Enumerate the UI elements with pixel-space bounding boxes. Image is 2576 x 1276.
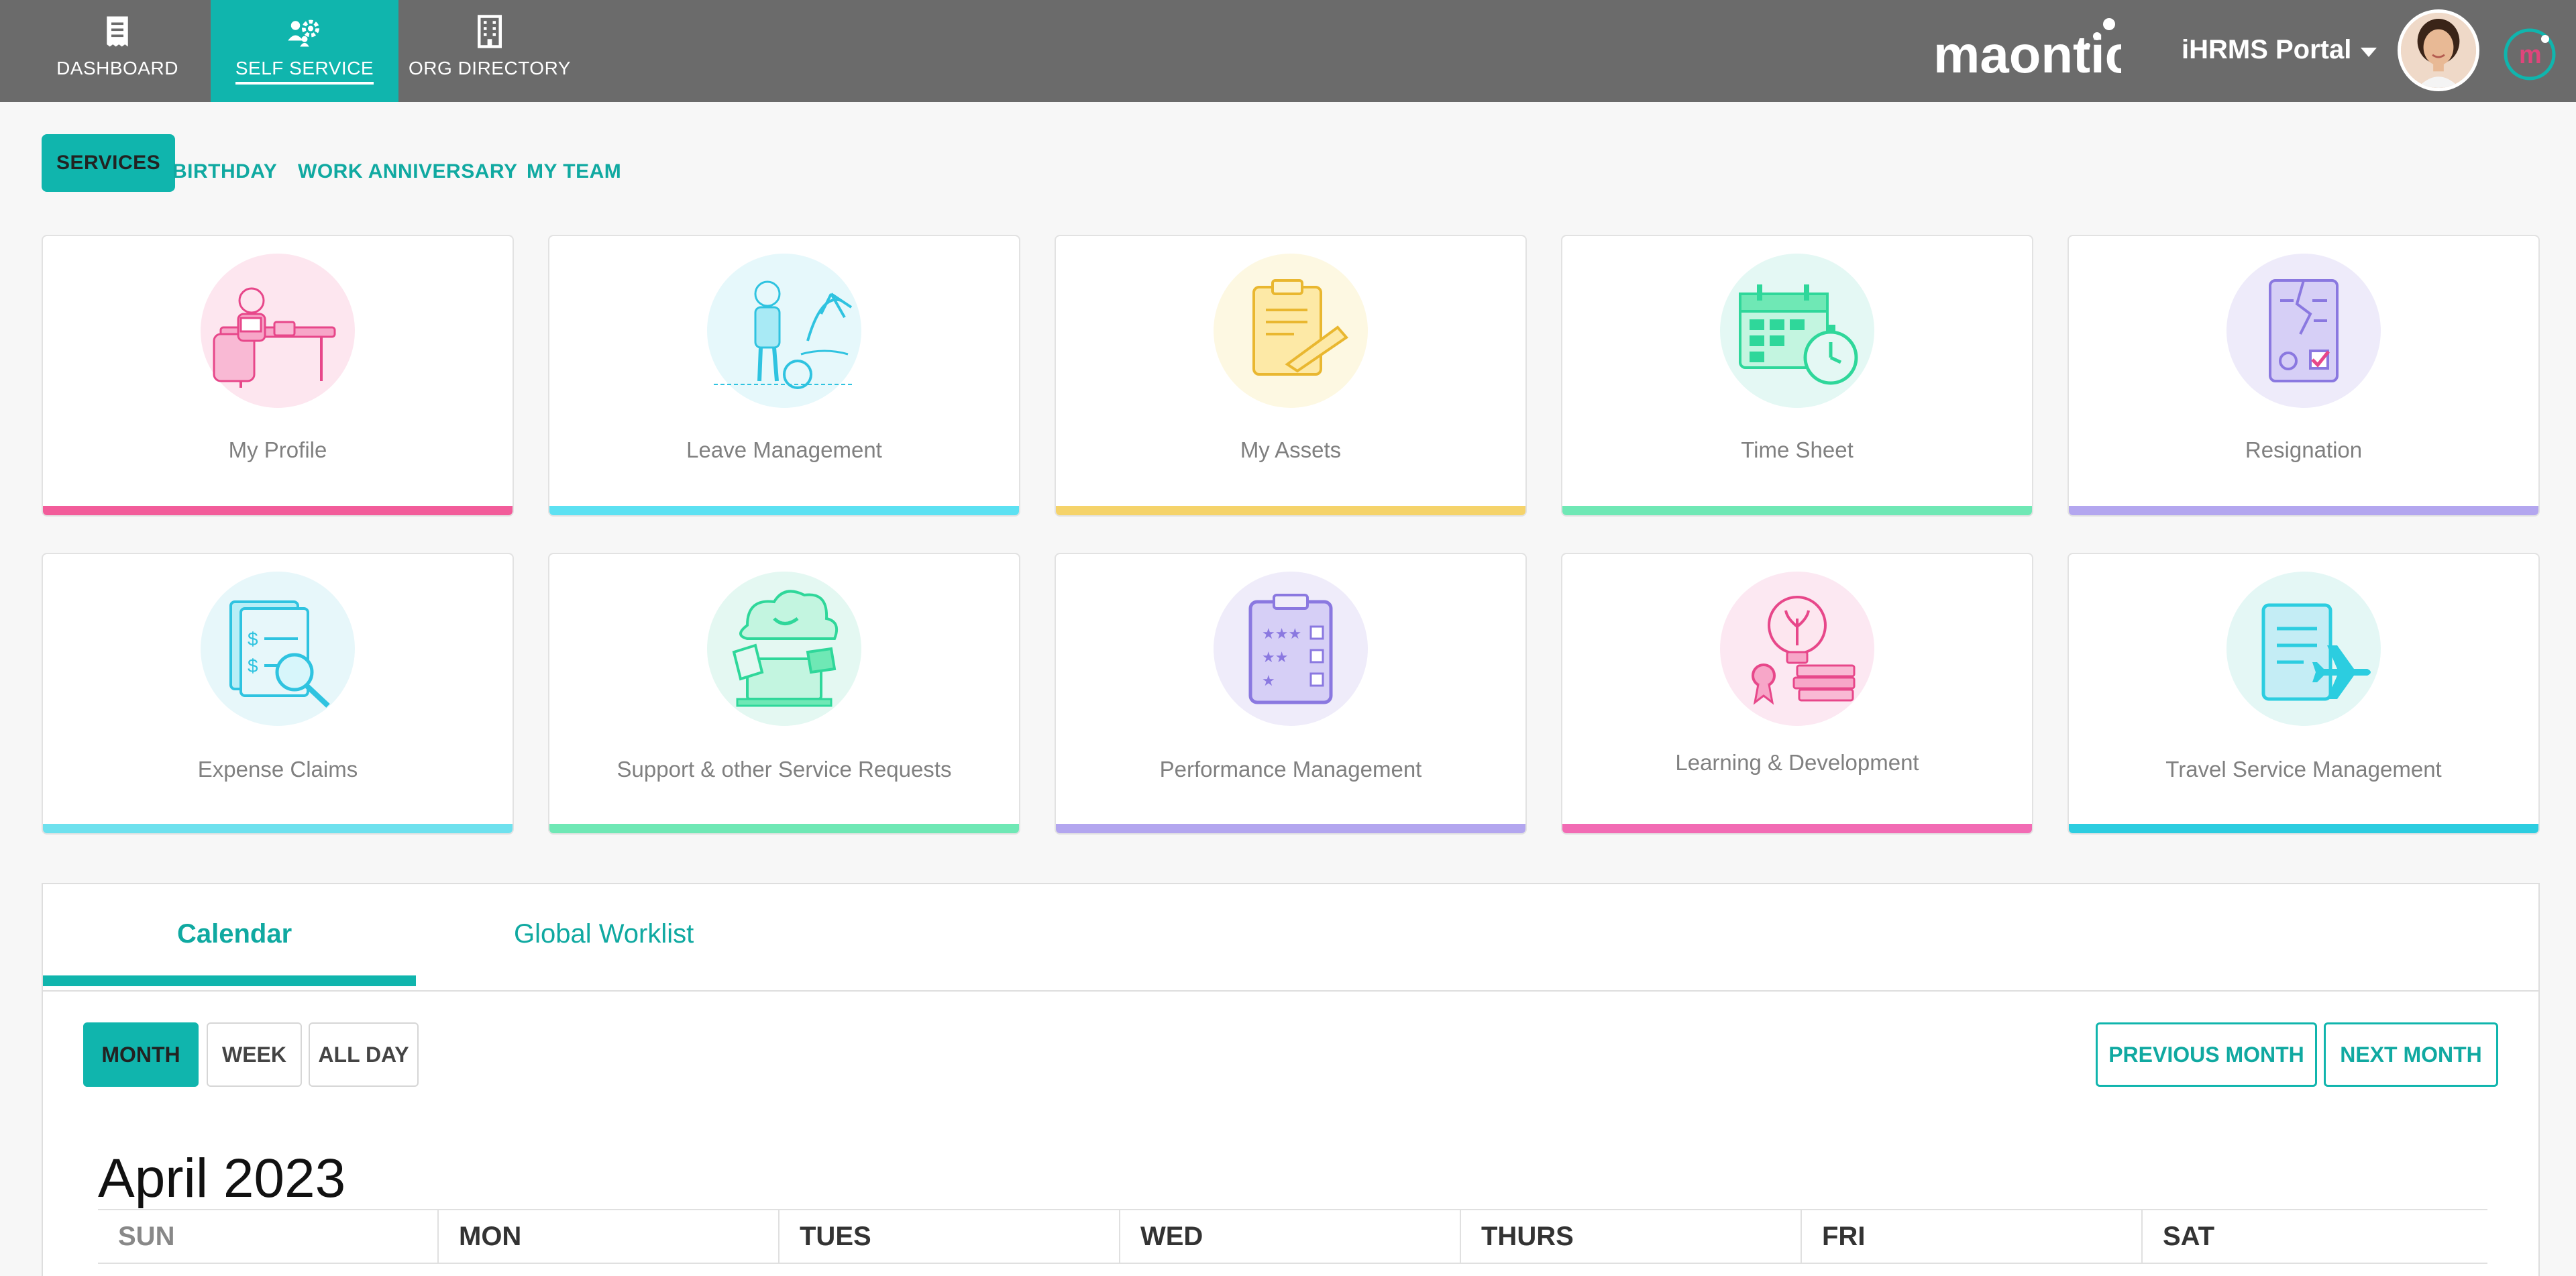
previous-month-button[interactable]: PREVIOUS MONTH (2096, 1022, 2317, 1087)
weekday-header-fri: FRI (1802, 1210, 2143, 1264)
weekday-header-mon: MON (439, 1210, 780, 1264)
card-my-assets[interactable]: My Assets (1055, 235, 1527, 517)
card-title: My Assets (1240, 437, 1342, 462)
card-resignation[interactable]: Resignation (2068, 235, 2540, 517)
card-accent-bar (2069, 824, 2538, 833)
building-icon (478, 15, 502, 48)
card-accent-bar (1056, 506, 1525, 515)
portal-switcher[interactable]: iHRMS Portal (2182, 35, 2377, 65)
card-learning-development[interactable]: Learning & Development (1561, 553, 2033, 835)
calendar-stopwatch-icon (1739, 284, 1858, 385)
card-title: Performance Management (1159, 757, 1422, 782)
week-view-button[interactable]: WEEK (207, 1022, 302, 1087)
card-accent-bar (2069, 506, 2538, 515)
next-month-button[interactable]: NEXT MONTH (2324, 1022, 2498, 1087)
card-accent-bar (1562, 824, 2032, 833)
person-at-desk-icon (213, 287, 336, 388)
card-title: Travel Service Management (2165, 757, 2442, 782)
card-title: Leave Management (686, 437, 882, 462)
svg-text:★★★: ★★★ (1262, 626, 1301, 643)
weekday-header-sat: SAT (2143, 1210, 2487, 1264)
month-view-button[interactable]: MONTH (83, 1022, 199, 1087)
weekday-header-tue: TUES (780, 1210, 1120, 1264)
portal-label: iHRMS Portal (2182, 35, 2352, 64)
user-avatar[interactable] (2398, 9, 2479, 91)
nav-tab-self-service[interactable]: SELF SERVICE (211, 0, 398, 102)
maontic-logo: maontic (1933, 18, 2121, 84)
svg-text:$: $ (248, 655, 258, 676)
weekday-header-thu: THURS (1461, 1210, 1802, 1264)
card-accent-bar (549, 506, 1019, 515)
card-title: Expense Claims (197, 757, 358, 782)
brand-text: maontic (1933, 25, 2121, 84)
svg-text:$: $ (248, 629, 258, 649)
svg-text:★: ★ (1262, 673, 1275, 690)
card-expense-claims[interactable]: $ $ Expense Claims (42, 553, 514, 835)
calendar-grid: SUN MON TUES WED THURS FRI SAT (98, 1209, 2487, 1276)
month-title: April 2023 (98, 1148, 346, 1209)
subtab-services[interactable]: SERVICES (42, 134, 176, 192)
weekday-header-sun: SUN (98, 1210, 439, 1264)
receipt-icon (107, 16, 128, 47)
card-title: My Profile (228, 437, 327, 462)
subtab-my-team[interactable]: MY TEAM (527, 152, 621, 192)
lightbulb-books-icon (1752, 596, 1856, 705)
all-day-view-button[interactable]: ALL DAY (309, 1022, 419, 1087)
svg-text:★★: ★★ (1262, 649, 1288, 666)
card-travel-service-management[interactable]: Travel Service Management (2068, 553, 2540, 835)
beach-vacation-icon (714, 280, 855, 389)
card-time-sheet[interactable]: Time Sheet (1561, 235, 2033, 517)
card-title: Support & other Service Requests (616, 757, 952, 782)
card-performance-management[interactable]: ★★★ ★★ ★ Performance Management (1055, 553, 1527, 835)
calendar-panel: Calendar Global Worklist MONTH WEEK ALL … (42, 883, 2540, 1276)
card-title: Learning & Development (1675, 750, 1919, 775)
svg-text:m: m (2519, 41, 2542, 69)
tab-divider (43, 990, 2538, 992)
tab-calendar[interactable]: Calendar (177, 919, 292, 949)
rating-clipboard-icon: ★★★ ★★ ★ (1248, 594, 1333, 704)
card-support-requests[interactable]: Support & other Service Requests (548, 553, 1020, 835)
card-title: Time Sheet (1741, 437, 1854, 462)
card-accent-bar (1056, 824, 1525, 833)
nav-tab-org-directory[interactable]: ORG DIRECTORY (402, 0, 577, 102)
nav-tab-label: SELF SERVICE (235, 58, 374, 85)
people-gear-icon (288, 19, 319, 47)
subtab-work-anniversary[interactable]: WORK ANNIVERSARY (298, 152, 517, 192)
clipboard-signing-icon (1252, 279, 1348, 376)
card-accent-bar (43, 824, 513, 833)
card-accent-bar (1562, 506, 2032, 515)
cloud-laptop-support-icon (732, 590, 838, 707)
nav-tab-dashboard[interactable]: DASHBOARD (27, 0, 208, 102)
active-tab-indicator (43, 975, 416, 986)
card-my-profile[interactable]: My Profile (42, 235, 514, 517)
card-title: Resignation (2245, 437, 2363, 462)
nav-tab-label: DASHBOARD (56, 58, 178, 78)
torn-document-icon (2269, 279, 2339, 382)
maontic-app-icon[interactable]: m (2501, 25, 2559, 83)
card-accent-bar (43, 506, 513, 515)
tab-global-worklist[interactable]: Global Worklist (514, 919, 694, 949)
travel-document-airplane-icon (2261, 603, 2371, 701)
card-leave-management[interactable]: Leave Management (548, 235, 1020, 517)
top-navigation-bar: DASHBOARD SELF SERVICE ORG DIRECTORY mao… (0, 0, 2576, 102)
invoice-magnifier-icon: $ $ (229, 600, 330, 708)
card-accent-bar (549, 824, 1019, 833)
caret-down-icon (2361, 47, 2377, 57)
nav-tab-label: ORG DIRECTORY (409, 58, 571, 78)
weekday-header-wed: WED (1120, 1210, 1461, 1264)
subtab-birthday[interactable]: BIRTHDAY (172, 152, 277, 192)
